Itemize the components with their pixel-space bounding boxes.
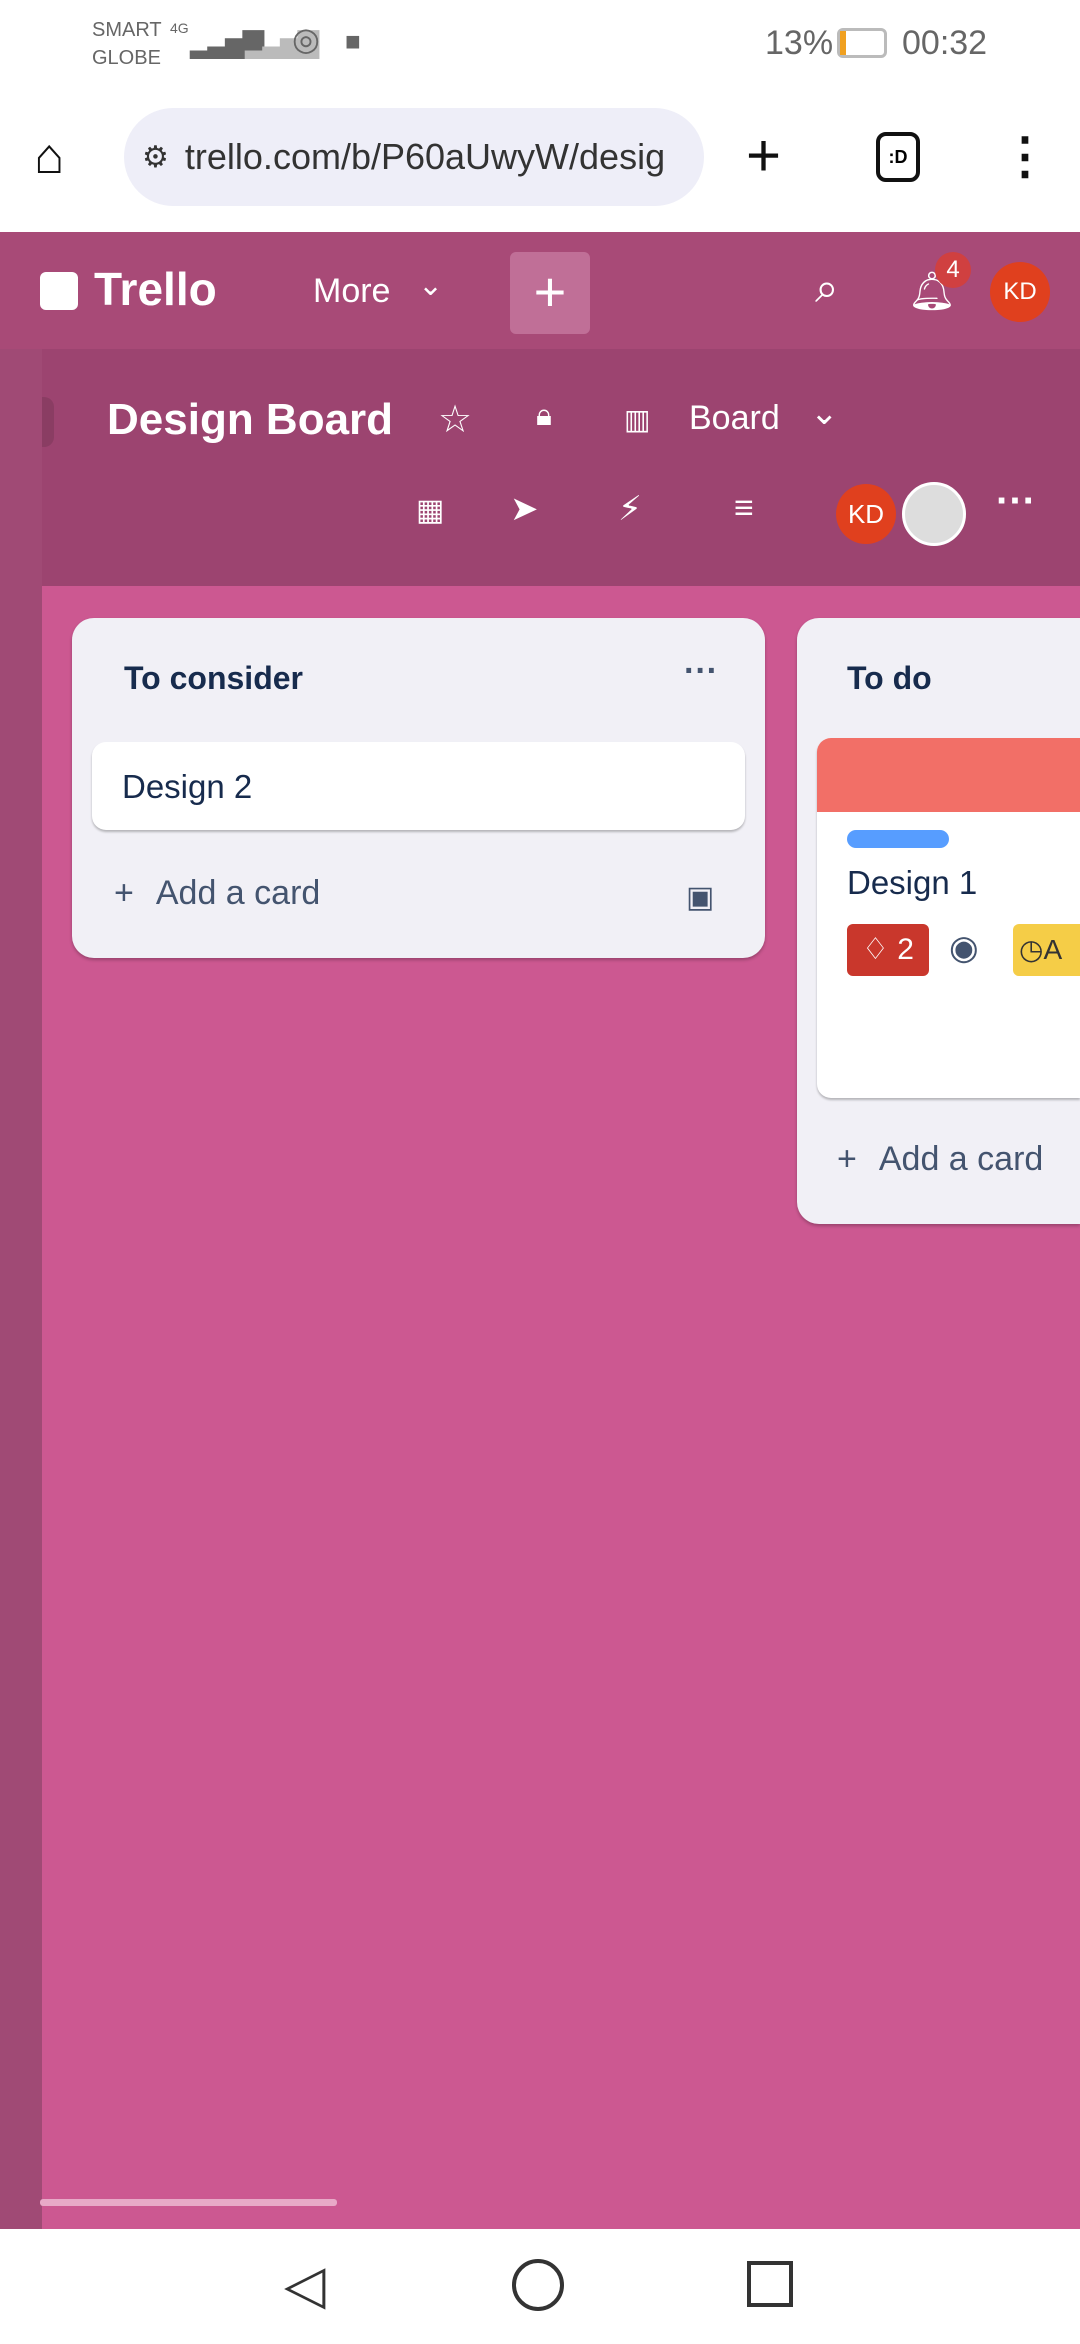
card[interactable]: Design 2 [92, 742, 745, 830]
board-header: › Design Board ☆ 🔒︎ ▥ Board ⌄ ▦ ➤ ⚡︎ ≡ K… [0, 349, 1080, 586]
home-nav-icon[interactable] [512, 2259, 564, 2311]
automation-icon[interactable]: ⚡︎ [618, 489, 642, 529]
battery-percent: 13% [765, 24, 834, 62]
notification-count: 2 [897, 933, 914, 966]
lock-icon[interactable]: 🔒︎ [536, 399, 552, 433]
horizontal-scrollbar[interactable] [40, 2199, 337, 2206]
trello-logo-icon [40, 272, 78, 310]
carrier-2: GLOBE [92, 47, 161, 69]
bell-icon: ♢ [862, 933, 889, 966]
trello-logo[interactable]: Trello [94, 262, 217, 316]
due-date: A [1043, 934, 1063, 965]
card-label [847, 830, 949, 848]
clock-icon: ◷ [1019, 934, 1044, 965]
card-title: Design 2 [122, 768, 253, 805]
hotspot-icon: ◎ [292, 21, 320, 57]
power-ups-icon[interactable]: ➤ [510, 489, 539, 529]
status-bar: SMART GLOBE 4G ▂▃▅▇ ▂▃▅▇ ◎ ■ 13% 00:32 [0, 0, 1080, 87]
template-icon[interactable]: ▣ [686, 880, 714, 915]
card-title: Design 1 [847, 864, 978, 901]
battery-icon [837, 28, 887, 58]
url-text: trello.com/b/P60aUwyW/desig [184, 136, 666, 177]
calendar-icon[interactable]: ▦ [416, 493, 444, 528]
notification-badge: 4 [935, 252, 971, 288]
new-tab-icon[interactable]: + [746, 121, 781, 190]
video-icon: ■ [345, 26, 361, 56]
create-button[interactable]: + [510, 252, 590, 334]
list-title[interactable]: To consider [124, 660, 303, 697]
carrier-1: SMART [92, 19, 162, 41]
plus-icon: + [837, 1140, 857, 1178]
filter-icon[interactable]: ≡ [734, 489, 754, 528]
search-icon[interactable]: ⌕ [815, 264, 839, 313]
notification-badge: ♢ 2 [847, 924, 929, 976]
card-cover [817, 738, 1080, 812]
menu-icon[interactable]: ⋮ [1000, 127, 1050, 185]
system-nav-bar: ◁ [0, 2229, 1080, 2344]
tabs-icon[interactable]: :D [876, 132, 920, 182]
chevron-down-icon[interactable]: ⌄ [810, 393, 839, 433]
due-date-badge: ◷A [1013, 924, 1080, 976]
recents-icon[interactable] [747, 2261, 793, 2307]
plus-icon: + [114, 874, 134, 912]
back-icon[interactable]: ◁ [284, 2253, 326, 2316]
view-switcher[interactable]: Board [689, 399, 780, 438]
list-menu-icon[interactable]: ··· [684, 652, 718, 691]
board-view-icon: ▥ [624, 404, 651, 435]
add-card-label: Add a card [878, 1140, 1044, 1178]
chevron-down-icon[interactable]: ⌄ [418, 268, 443, 303]
network-type: 4G [170, 20, 189, 36]
trello-header: Trello More ⌄ + ⌕ 🔔︎ 4 KD [0, 232, 1080, 349]
more-menu[interactable]: More [313, 272, 390, 311]
list-title[interactable]: To do [847, 660, 932, 697]
member-avatar[interactable]: KD [836, 484, 896, 544]
star-icon[interactable]: ☆ [438, 397, 472, 442]
add-card-button[interactable]: + Add a card [114, 874, 320, 913]
add-card-label: Add a card [155, 874, 321, 912]
card[interactable]: Design 1 ♢ 2 ◉ ◷A [817, 738, 1080, 1098]
avatar[interactable]: KD [990, 262, 1050, 322]
carrier-labels: SMART GLOBE [92, 16, 162, 72]
site-settings-icon[interactable]: ⚙ [142, 140, 169, 175]
url-bar[interactable]: ⚙ trello.com/b/P60aUwyW/desig [124, 108, 704, 206]
list-to-do: To do Design 1 ♢ 2 ◉ ◷A + Add a card [797, 618, 1080, 1224]
watch-eye-icon: ◉ [949, 929, 979, 967]
list-to-consider: To consider ··· Design 2 + Add a card ▣ [72, 618, 765, 958]
more-icon[interactable]: ··· [996, 479, 1036, 524]
add-card-button[interactable]: + Add a card [837, 1140, 1043, 1179]
home-icon[interactable]: ⌂ [34, 127, 64, 185]
board-title[interactable]: Design Board [107, 395, 393, 445]
clock: 00:32 [902, 24, 988, 62]
sidebar-edge [0, 349, 42, 2229]
member-avatar-photo[interactable] [902, 482, 966, 546]
